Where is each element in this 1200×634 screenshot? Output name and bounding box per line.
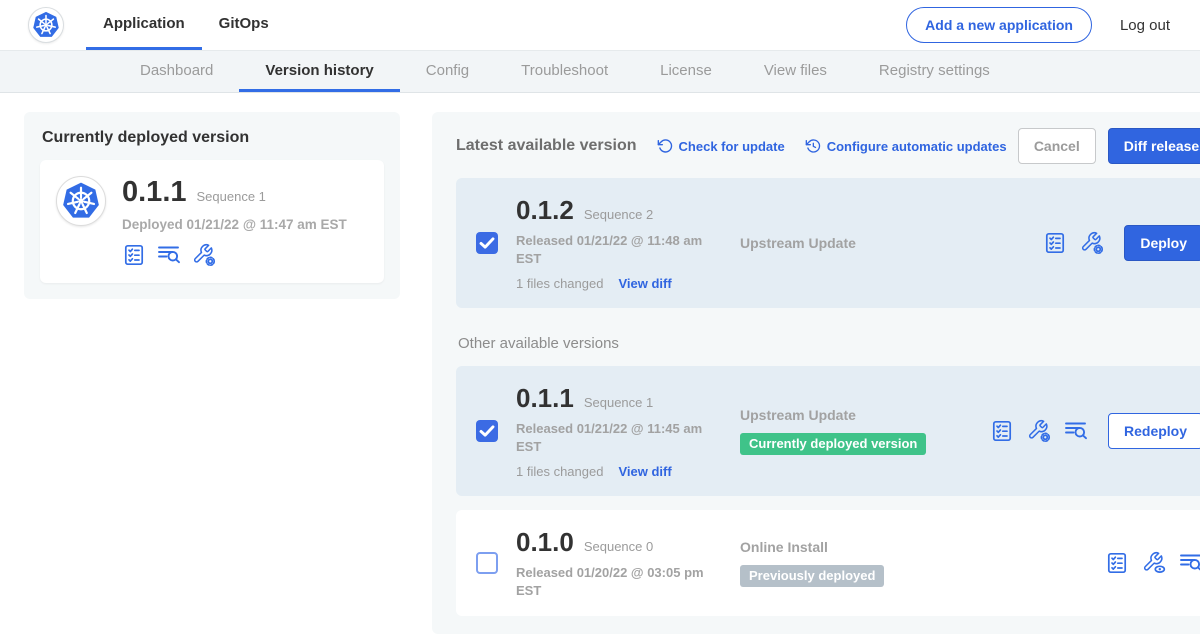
app-sub-nav: DashboardVersion historyConfigTroublesho… <box>0 50 1200 93</box>
preflight-checks-icon[interactable] <box>1105 551 1129 575</box>
top-nav-right: Add a new application Log out <box>906 0 1170 50</box>
version-number: 0.1.1 <box>516 383 574 414</box>
preflight-checks-icon[interactable] <box>1043 231 1067 255</box>
subnav-tab-troubleshoot[interactable]: Troubleshoot <box>495 51 634 92</box>
deployed-version-actions <box>122 243 347 267</box>
latest-version-rows: 0.1.2 Sequence 2 Released 01/21/22 @ 11:… <box>456 178 1200 308</box>
view-config-icon[interactable] <box>1142 551 1166 575</box>
deployed-timestamp: Deployed 01/21/22 @ 11:47 am EST <box>122 217 347 232</box>
version-select-checkbox[interactable] <box>476 420 498 442</box>
version-sequence: Sequence 1 <box>584 395 653 410</box>
version-status-badge: Previously deployed <box>740 565 884 587</box>
version-select-checkbox[interactable] <box>476 552 498 574</box>
cancel-button[interactable]: Cancel <box>1018 128 1096 164</box>
version-row-0.1.2: 0.1.2 Sequence 2 Released 01/21/22 @ 11:… <box>456 178 1200 308</box>
deployed-version-sequence: Sequence 1 <box>197 189 266 204</box>
top-nav: ApplicationGitOps Add a new application … <box>0 0 1200 50</box>
deployed-panel-title: Currently deployed version <box>42 129 384 147</box>
version-released-date: Released 01/21/22 @ 11:48 am EST <box>516 232 712 267</box>
version-released-date: Released 01/20/22 @ 03:05 pm EST <box>516 564 712 599</box>
top-tab-gitops[interactable]: GitOps <box>202 0 286 50</box>
version-number: 0.1.2 <box>516 195 574 226</box>
kubernetes-logo <box>56 176 106 226</box>
view-diff-link[interactable]: View diff <box>618 464 671 479</box>
other-version-rows: 0.1.1 Sequence 1 Released 01/21/22 @ 11:… <box>456 366 1200 616</box>
version-number: 0.1.0 <box>516 527 574 558</box>
configure-automatic-updates-link[interactable]: Configure automatic updates <box>805 138 1007 154</box>
preflight-checks-icon[interactable] <box>122 243 146 267</box>
version-released-date: Released 01/21/22 @ 11:45 am EST <box>516 420 712 455</box>
subnav-tab-version-history[interactable]: Version history <box>239 51 399 92</box>
top-nav-tabs: ApplicationGitOps <box>86 0 286 50</box>
subnav-tab-dashboard[interactable]: Dashboard <box>114 51 239 92</box>
subnav-tab-license[interactable]: License <box>634 51 738 92</box>
deploy-button[interactable]: Deploy <box>1124 225 1200 261</box>
view-files-icon[interactable] <box>1064 419 1088 443</box>
check-for-update-link[interactable]: Check for update <box>657 138 785 154</box>
edit-config-icon[interactable] <box>1080 231 1104 255</box>
top-tab-application[interactable]: Application <box>86 0 202 50</box>
deployed-version-card: 0.1.1 Sequence 1 Deployed 01/21/22 @ 11:… <box>40 160 384 283</box>
logout-link[interactable]: Log out <box>1120 17 1170 34</box>
latest-version-header: Latest available version Check for updat… <box>456 128 1200 164</box>
diff-releases-button[interactable]: Diff releases <box>1108 128 1200 164</box>
preflight-checks-icon[interactable] <box>990 419 1014 443</box>
edit-config-icon[interactable] <box>1027 419 1051 443</box>
version-row-0.1.1: 0.1.1 Sequence 1 Released 01/21/22 @ 11:… <box>456 366 1200 496</box>
version-history-panel: Latest available version Check for updat… <box>432 112 1200 634</box>
view-files-icon[interactable] <box>1179 551 1200 575</box>
auto-update-icon <box>805 138 821 154</box>
main-content: Currently deployed version 0.1.1 Sequenc… <box>0 93 1200 634</box>
view-files-icon[interactable] <box>157 243 181 267</box>
check-for-update-label: Check for update <box>679 139 785 154</box>
deployed-version-number: 0.1.1 <box>122 176 187 209</box>
other-versions-title: Other available versions <box>458 335 1200 352</box>
refresh-icon <box>657 138 673 154</box>
subnav-tab-config[interactable]: Config <box>400 51 495 92</box>
version-source: Online Install <box>740 539 990 555</box>
configure-updates-label: Configure automatic updates <box>827 139 1007 154</box>
add-application-button[interactable]: Add a new application <box>906 7 1092 43</box>
version-sequence: Sequence 2 <box>584 207 653 222</box>
version-source: Upstream Update <box>740 235 990 251</box>
view-diff-link[interactable]: View diff <box>618 276 671 291</box>
latest-version-title: Latest available version <box>456 137 637 155</box>
files-changed-count: 1 files changed <box>516 276 603 291</box>
subnav-tab-registry-settings[interactable]: Registry settings <box>853 51 1016 92</box>
subnav-tab-view-files[interactable]: View files <box>738 51 853 92</box>
version-sequence: Sequence 0 <box>584 539 653 554</box>
version-row-0.1.0: 0.1.0 Sequence 0 Released 01/20/22 @ 03:… <box>456 510 1200 616</box>
version-source: Upstream Update <box>740 407 990 423</box>
version-status-badge: Currently deployed version <box>740 433 926 455</box>
files-changed-count: 1 files changed <box>516 464 603 479</box>
currently-deployed-panel: Currently deployed version 0.1.1 Sequenc… <box>24 112 400 299</box>
kubernetes-logo <box>28 7 64 43</box>
version-select-checkbox[interactable] <box>476 232 498 254</box>
deployed-version-info: 0.1.1 Sequence 1 Deployed 01/21/22 @ 11:… <box>122 176 347 267</box>
redeploy-button[interactable]: Redeploy <box>1108 413 1200 449</box>
edit-config-icon[interactable] <box>192 243 216 267</box>
